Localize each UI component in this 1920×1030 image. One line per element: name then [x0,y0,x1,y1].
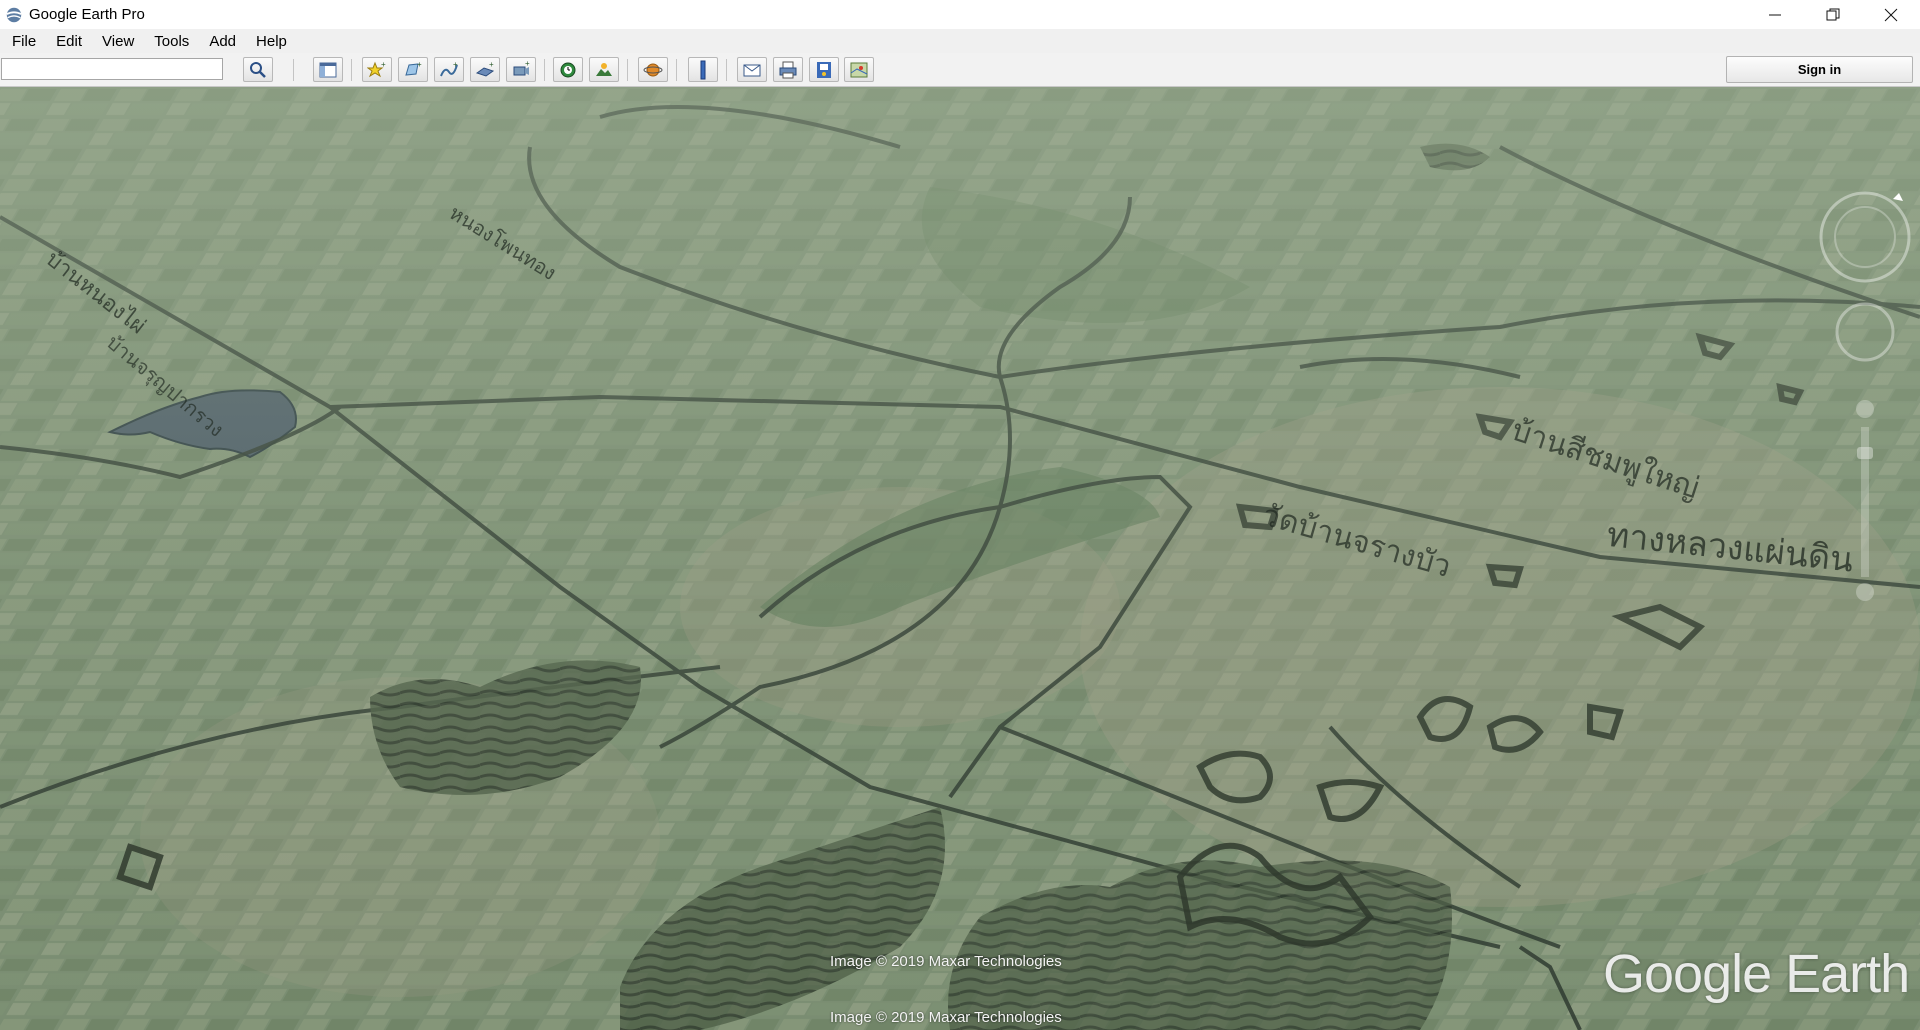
move-joystick[interactable] [1835,302,1895,362]
view-in-maps-icon [850,62,868,77]
imagery-credit: Image © 2019 Maxar Technologies [830,1009,1062,1026]
menu-add[interactable]: Add [209,33,236,50]
email-button[interactable] [737,57,767,82]
google-earth-logo: Google Earth [1603,944,1910,1004]
switch-planet-icon [643,63,663,76]
map-viewport[interactable]: บ้านหนองไผ่ หนองโพนทอง บ้านจรุญปากรวง บ้… [0,87,1920,1030]
menu-help[interactable]: Help [256,33,287,50]
minimize-icon [1769,14,1781,15]
toolbar-separator [627,59,628,81]
add-placemark-button[interactable]: + [362,57,392,82]
sidebar-toggle-icon [319,62,337,77]
google-earth-app-icon [6,7,22,22]
imagery-credit: Image © 2019 Maxar Technologies [830,953,1062,970]
save-image-icon [817,61,831,78]
toolbar-separator [726,59,727,81]
add-path-button[interactable]: + [434,57,464,82]
email-icon [743,64,761,76]
add-image-overlay-icon: + [475,60,495,77]
navigation-controls[interactable] [1815,187,1915,627]
toolbar-separator [676,59,677,81]
search-icon [250,61,266,78]
print-button[interactable] [773,57,803,82]
ruler-icon [700,60,706,79]
historical-imagery-icon [560,62,576,77]
record-tour-icon: + [513,60,530,75]
sunlight-button[interactable] [589,57,619,82]
title-bar: Google Earth Pro [0,0,1920,29]
window-controls [1746,0,1920,29]
record-tour-button[interactable]: + [506,57,536,82]
svg-text:+: + [453,60,458,69]
minimize-button[interactable] [1746,0,1804,29]
add-image-overlay-button[interactable]: + [470,57,500,82]
toolbar-separator [544,59,545,81]
close-button[interactable] [1862,0,1920,29]
restore-button[interactable] [1804,0,1862,29]
close-icon [1884,8,1898,21]
menu-tools[interactable]: Tools [154,33,189,50]
toolbar-separator [293,59,294,81]
menu-view[interactable]: View [102,33,134,50]
view-in-maps-button[interactable] [844,57,874,82]
zoom-slider-handle[interactable] [1857,447,1873,459]
toolbar-separator [351,59,352,81]
svg-text:+: + [525,60,530,68]
sunlight-icon [596,62,612,76]
menu-edit[interactable]: Edit [56,33,82,50]
add-path-icon: + [440,60,458,76]
historical-imagery-button[interactable] [553,57,583,82]
add-polygon-button[interactable]: + [398,57,428,82]
window-title: Google Earth Pro [29,6,145,23]
zoom-out-button[interactable] [1856,583,1874,601]
restore-icon [1826,8,1840,20]
add-polygon-icon: + [405,60,422,76]
search-input[interactable] [1,58,223,80]
sidebar-toggle-button[interactable] [313,57,343,82]
print-icon [779,61,797,78]
svg-text:+: + [417,60,422,69]
ruler-button[interactable] [688,57,718,82]
switch-planet-button[interactable] [638,57,668,82]
search-button[interactable] [243,57,273,82]
svg-text:+: + [381,60,386,69]
svg-text:+: + [489,60,494,69]
save-image-button[interactable] [809,57,839,82]
toolbar: + + + + + Sign in [0,53,1920,87]
sign-in-button[interactable]: Sign in [1726,56,1913,83]
menu-bar: File Edit View Tools Add Help [0,29,1920,53]
zoom-in-button[interactable] [1856,400,1874,418]
add-placemark-icon: + [367,60,386,77]
menu-file[interactable]: File [12,33,36,50]
north-arrow-icon[interactable] [1893,193,1903,201]
